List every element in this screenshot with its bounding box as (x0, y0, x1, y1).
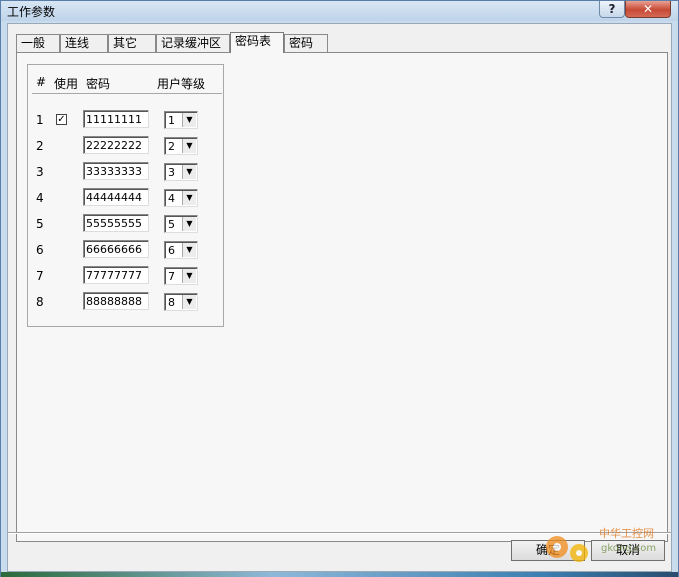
use-checkbox[interactable]: ✓ (56, 114, 67, 125)
row-index: 3 (36, 165, 44, 179)
header-divider (32, 93, 222, 94)
password-table-panel: # 使用 密码 用户等级 1 ✓ 11111111 1 ▼ 2 22222222… (16, 52, 668, 542)
password-field[interactable]: 22222222 (83, 136, 149, 154)
user-level-select[interactable]: 3 ▼ (164, 163, 198, 181)
tab-other[interactable]: 其它 (108, 34, 156, 52)
header-use: 使用 (54, 77, 79, 91)
user-level-select[interactable]: 2 ▼ (164, 137, 198, 155)
chevron-down-icon[interactable]: ▼ (182, 243, 196, 257)
chevron-down-icon[interactable]: ▼ (182, 191, 196, 205)
ok-button[interactable]: 确定 (511, 540, 585, 561)
user-level-value: 6 (168, 244, 175, 257)
row-index: 8 (36, 295, 44, 309)
password-field[interactable]: 44444444 (83, 188, 149, 206)
password-field[interactable]: 66666666 (83, 240, 149, 258)
chevron-down-icon[interactable]: ▼ (182, 269, 196, 283)
tab-password[interactable]: 密码 (284, 34, 328, 52)
row-index: 2 (36, 139, 44, 153)
window-title: 工作参数 (7, 5, 56, 19)
chevron-down-icon[interactable]: ▼ (182, 217, 196, 231)
tab-connection[interactable]: 连线 (60, 34, 108, 52)
dialog-client-area: 一般 连线 其它 记录缓冲区 密码表 密码 # 使用 密码 用户等级 1 ✓ 1… (7, 23, 672, 572)
row-index: 6 (36, 243, 44, 257)
row-index: 5 (36, 217, 44, 231)
header-password: 密码 (86, 77, 111, 91)
chevron-down-icon[interactable]: ▼ (182, 165, 196, 179)
taskbar-strip (1, 572, 678, 577)
user-level-value: 3 (168, 166, 175, 179)
user-level-select[interactable]: 5 ▼ (164, 215, 198, 233)
user-level-select[interactable]: 1 ▼ (164, 111, 198, 129)
user-level-select[interactable]: 4 ▼ (164, 189, 198, 207)
password-table-group: # 使用 密码 用户等级 1 ✓ 11111111 1 ▼ 2 22222222… (27, 64, 224, 327)
dialog-window: 工作参数 ? ✕ 一般 连线 其它 记录缓冲区 密码表 密码 # 使用 密码 用… (0, 0, 679, 577)
user-level-value: 5 (168, 218, 175, 231)
help-button[interactable]: ? (599, 1, 625, 18)
password-field[interactable]: 88888888 (83, 292, 149, 310)
user-level-select[interactable]: 7 ▼ (164, 267, 198, 285)
user-level-select[interactable]: 6 ▼ (164, 241, 198, 259)
chevron-down-icon[interactable]: ▼ (182, 295, 196, 309)
tab-general[interactable]: 一般 (16, 34, 60, 52)
password-field[interactable]: 11111111 (83, 110, 149, 128)
user-level-value: 8 (168, 296, 175, 309)
cancel-button[interactable]: 取消 (591, 540, 665, 561)
row-index: 7 (36, 269, 44, 283)
check-icon: ✓ (57, 114, 66, 125)
user-level-value: 2 (168, 140, 175, 153)
password-field[interactable]: 77777777 (83, 266, 149, 284)
header-user-level: 用户等级 (157, 77, 206, 91)
row-index: 1 (36, 113, 44, 127)
tab-record-buffer[interactable]: 记录缓冲区 (156, 34, 230, 52)
header-index: # (36, 75, 47, 89)
user-level-value: 7 (168, 270, 175, 283)
user-level-select[interactable]: 8 ▼ (164, 293, 198, 311)
title-bar[interactable]: 工作参数 ? ✕ (1, 1, 678, 21)
close-button[interactable]: ✕ (625, 1, 671, 18)
user-level-value: 1 (168, 114, 175, 127)
user-level-value: 4 (168, 192, 175, 205)
password-field[interactable]: 55555555 (83, 214, 149, 232)
tab-password-table[interactable]: 密码表 (230, 32, 284, 53)
password-field[interactable]: 33333333 (83, 162, 149, 180)
row-index: 4 (36, 191, 44, 205)
button-separator (8, 532, 671, 534)
chevron-down-icon[interactable]: ▼ (182, 139, 196, 153)
chevron-down-icon[interactable]: ▼ (182, 113, 196, 127)
